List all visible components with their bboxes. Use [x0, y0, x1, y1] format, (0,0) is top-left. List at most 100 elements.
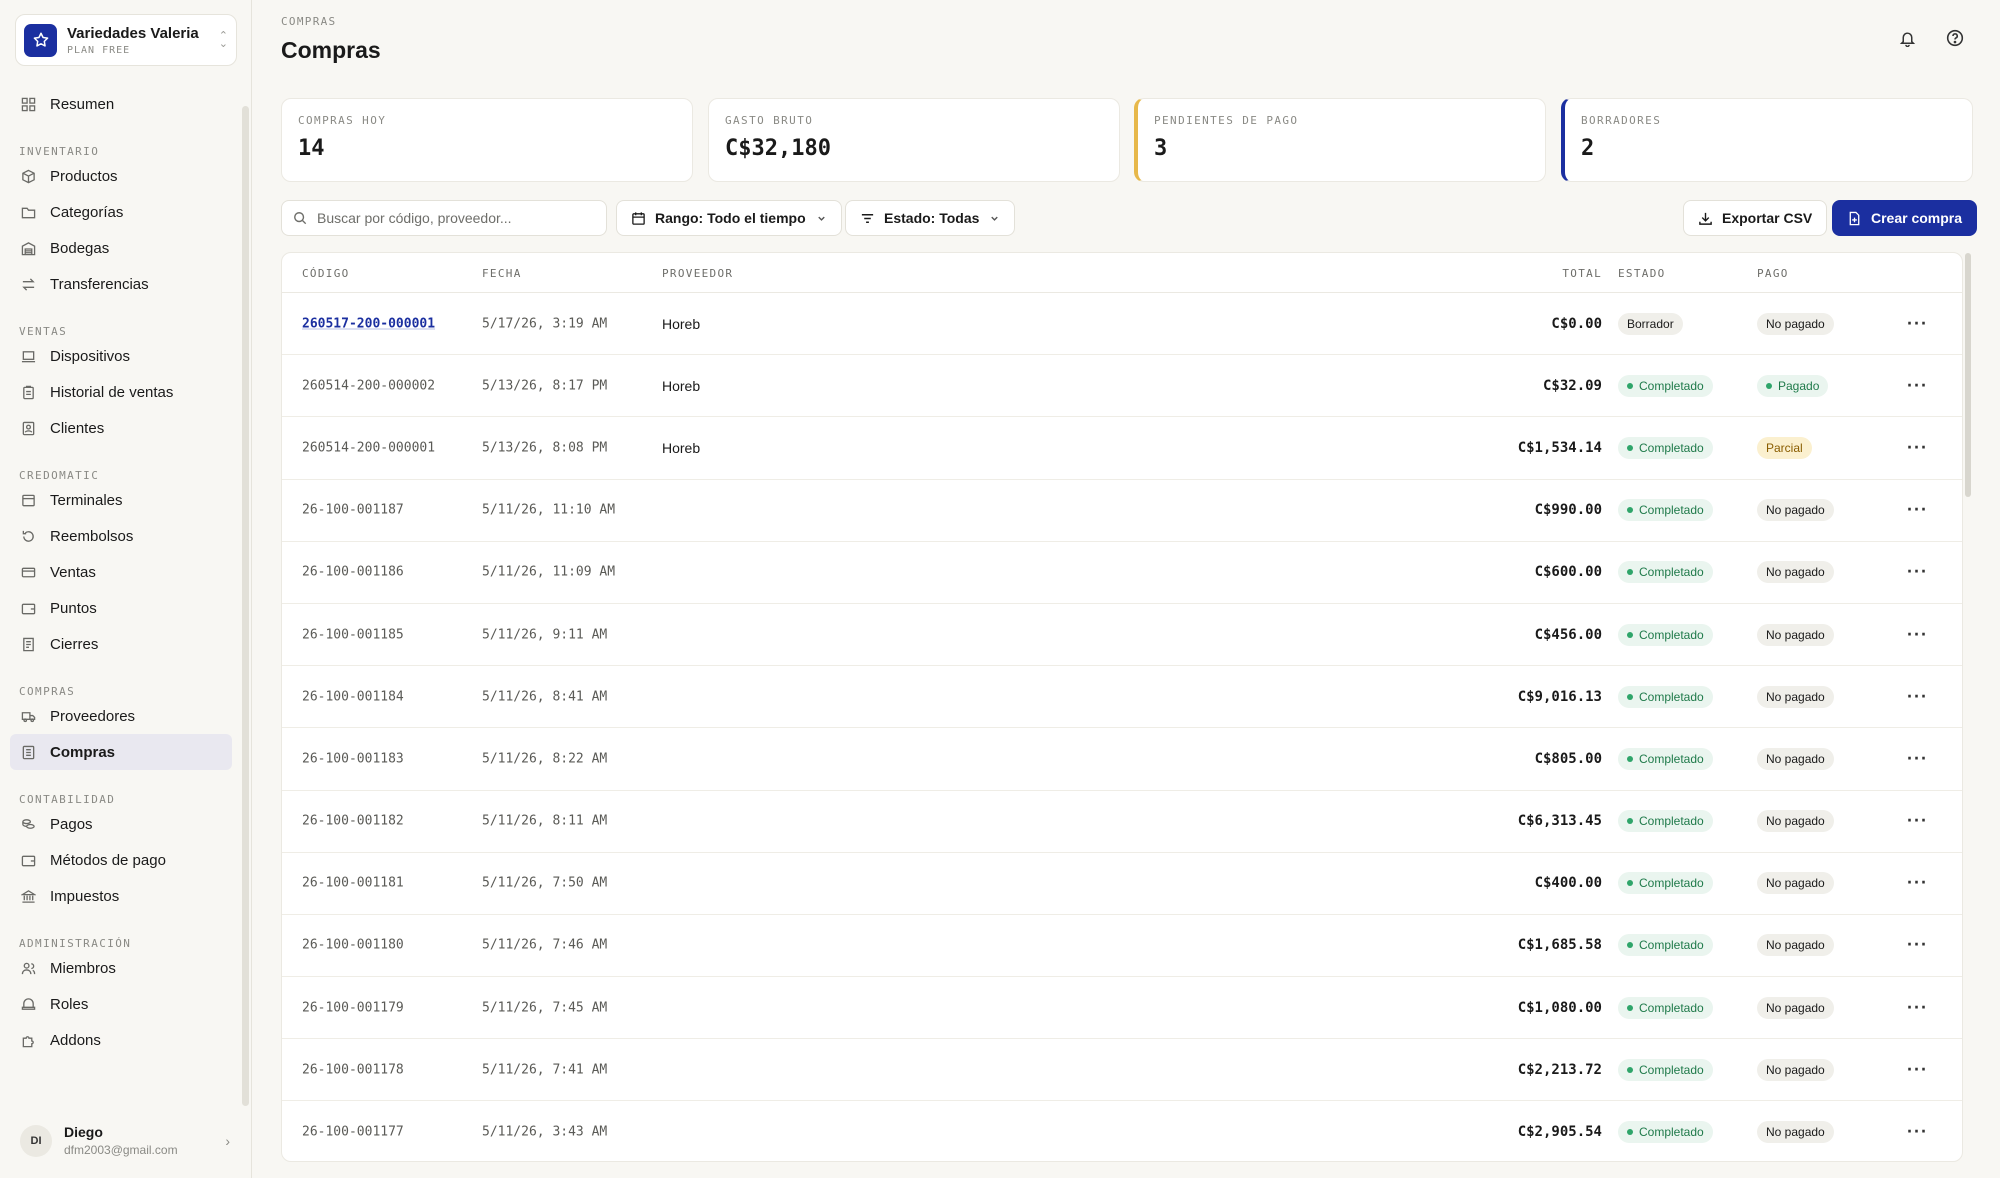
- sidebar-item-metodos-pago[interactable]: Métodos de pago: [10, 842, 232, 878]
- more-actions-icon[interactable]: ···: [1907, 748, 1928, 769]
- purchase-total: C$1,534.14: [1517, 439, 1602, 456]
- table-row[interactable]: 26-100-001186 5/11/26, 11:09 AM C$600.00 Co…: [282, 542, 1962, 604]
- column-header-codigo[interactable]: CÓDIGO: [302, 267, 350, 280]
- purchase-code[interactable]: 260517-200-000001: [302, 316, 435, 331]
- payment-badge-label: Parcial: [1766, 440, 1803, 455]
- sidebar-item-transferencias[interactable]: Transferencias: [10, 266, 232, 302]
- status-filter-label: Estado: Todas: [884, 210, 980, 226]
- table-row[interactable]: 26-100-001183 5/11/26, 8:22 AM C$805.00 Com…: [282, 728, 1962, 791]
- sidebar-item-historial-ventas[interactable]: Historial de ventas: [10, 374, 232, 410]
- sidebar-item-terminales[interactable]: Terminales: [10, 482, 232, 518]
- table-row[interactable]: 260514-200-000001 5/13/26, 8:08 PM Horeb C$…: [282, 417, 1962, 480]
- table-row[interactable]: 26-100-001179 5/11/26, 7:45 AM C$1,080.00 C…: [282, 977, 1962, 1040]
- column-header-pago[interactable]: PAGO: [1757, 267, 1789, 280]
- sidebar-item-reembolsos[interactable]: Reembolsos: [10, 518, 232, 554]
- table-row[interactable]: 26-100-001184 5/11/26, 8:41 AM C$9,016.13 C…: [282, 666, 1962, 729]
- more-actions-icon[interactable]: ···: [1907, 500, 1928, 521]
- table-row[interactable]: 26-100-001177 5/11/26, 3:43 AM C$2,905.54 C…: [282, 1101, 1962, 1161]
- purchase-total: C$990.00: [1534, 502, 1602, 519]
- more-actions-icon[interactable]: ···: [1907, 935, 1928, 956]
- table-row[interactable]: 26-100-001181 5/11/26, 7:50 AM C$400.00 Com…: [282, 853, 1962, 915]
- more-actions-icon[interactable]: ···: [1907, 811, 1928, 832]
- sidebar-item-roles[interactable]: Roles: [10, 986, 232, 1022]
- more-actions-icon[interactable]: ···: [1907, 313, 1928, 334]
- more-actions-icon[interactable]: ···: [1907, 562, 1928, 583]
- user-menu[interactable]: DI Diego dfm2003@gmail.com ›: [20, 1124, 230, 1157]
- status-badge: Completado: [1618, 499, 1713, 522]
- stat-card-borradores: BORRADORES 2: [1561, 98, 1973, 182]
- more-actions-icon[interactable]: ···: [1907, 624, 1928, 645]
- filter-icon: [860, 211, 875, 226]
- stat-value: C$32,180: [725, 136, 831, 161]
- purchase-code: 260514-200-000001: [302, 440, 436, 456]
- sidebar-item-impuestos[interactable]: Impuestos: [10, 878, 232, 914]
- status-badge: Completado: [1618, 872, 1713, 895]
- table-row[interactable]: 26-100-001187 5/11/26, 11:10 AM C$990.00 Co…: [282, 480, 1962, 542]
- sidebar-item-puntos[interactable]: Puntos: [10, 590, 232, 626]
- payment-badge-label: No pagado: [1766, 316, 1825, 331]
- laptop-icon: [20, 348, 36, 364]
- more-actions-icon[interactable]: ···: [1907, 873, 1928, 894]
- column-header-fecha[interactable]: FECHA: [482, 267, 522, 280]
- table-row[interactable]: 26-100-001182 5/11/26, 8:11 AM C$6,313.45 C…: [282, 791, 1962, 853]
- sidebar-item-label: Productos: [50, 167, 118, 185]
- purchase-provider: Horeb: [662, 315, 701, 332]
- table-row[interactable]: 26-100-001185 5/11/26, 9:11 AM C$456.00 Com…: [282, 604, 1962, 667]
- more-actions-icon[interactable]: ···: [1907, 1122, 1928, 1143]
- sidebar-nav: Resumen INVENTARIO Productos Categorías …: [10, 86, 232, 1058]
- column-header-estado[interactable]: ESTADO: [1618, 267, 1666, 280]
- box-icon: [20, 168, 36, 184]
- status-filter-button[interactable]: Estado: Todas: [845, 200, 1016, 236]
- purchase-code: 26-100-001184: [302, 689, 404, 705]
- sidebar-item-pagos[interactable]: Pagos: [10, 806, 232, 842]
- bell-icon[interactable]: [1896, 27, 1918, 49]
- help-icon[interactable]: [1944, 27, 1966, 49]
- sidebar-item-resumen[interactable]: Resumen: [10, 86, 232, 122]
- status-dot: [1766, 382, 1772, 389]
- export-csv-button[interactable]: Exportar CSV: [1683, 200, 1828, 236]
- more-actions-icon[interactable]: ···: [1907, 375, 1928, 396]
- sidebar-item-label: Categorías: [50, 203, 124, 221]
- purchase-total: C$6,313.45: [1517, 813, 1602, 830]
- status-badge-label: Borrador: [1627, 316, 1674, 331]
- sidebar-item-ventas[interactable]: Ventas: [10, 554, 232, 590]
- search-input[interactable]: [317, 210, 597, 226]
- table-row[interactable]: 26-100-001178 5/11/26, 7:41 AM C$2,213.72 C…: [282, 1039, 1962, 1102]
- sidebar-item-dispositivos[interactable]: Dispositivos: [10, 338, 232, 374]
- table-row[interactable]: 260517-200-000001 5/17/26, 3:19 AM Horeb C$…: [282, 293, 1962, 356]
- purchase-code: 26-100-001182: [302, 813, 404, 829]
- sidebar-item-bodegas[interactable]: Bodegas: [10, 230, 232, 266]
- status-badge-label: Completado: [1639, 1125, 1704, 1140]
- sidebar-item-compras[interactable]: Compras: [10, 734, 232, 770]
- more-actions-icon[interactable]: ···: [1907, 437, 1928, 458]
- sidebar-item-proveedores[interactable]: Proveedores: [10, 698, 232, 734]
- create-purchase-button[interactable]: Crear compra: [1832, 200, 1978, 236]
- stat-label: BORRADORES: [1581, 114, 1662, 127]
- stat-value: 14: [298, 136, 325, 161]
- sidebar-scrollbar[interactable]: [242, 106, 249, 1106]
- status-dot: [1627, 569, 1633, 576]
- sidebar-item-label: Miembros: [50, 959, 116, 977]
- sidebar-item-label: Puntos: [50, 599, 97, 617]
- sidebar-item-addons[interactable]: Addons: [10, 1022, 232, 1058]
- purchase-total: C$0.00: [1551, 315, 1602, 332]
- table-scrollbar[interactable]: [1965, 253, 1971, 497]
- column-header-proveedor[interactable]: PROVEEDOR: [662, 267, 733, 280]
- purchase-code: 26-100-001183: [302, 751, 404, 767]
- purchase-date: 5/11/26, 3:43 AM: [482, 1124, 608, 1140]
- more-actions-icon[interactable]: ···: [1907, 686, 1928, 707]
- org-switcher[interactable]: Variedades Valeria PLAN FREE ⌃ ⌄: [15, 14, 237, 66]
- table-row[interactable]: 260514-200-000002 5/13/26, 8:17 PM Horeb C$…: [282, 355, 1962, 418]
- more-actions-icon[interactable]: ···: [1907, 997, 1928, 1018]
- sidebar-item-miembros[interactable]: Miembros: [10, 950, 232, 986]
- sidebar-item-productos[interactable]: Productos: [10, 158, 232, 194]
- table-row[interactable]: 26-100-001180 5/11/26, 7:46 AM C$1,685.58 C…: [282, 915, 1962, 978]
- column-header-total[interactable]: TOTAL: [1562, 267, 1602, 280]
- sidebar-item-clientes[interactable]: Clientes: [10, 410, 232, 446]
- sidebar-item-cierres[interactable]: Cierres: [10, 626, 232, 662]
- sidebar-item-categorias[interactable]: Categorías: [10, 194, 232, 230]
- search-box[interactable]: [281, 200, 607, 236]
- more-actions-icon[interactable]: ···: [1907, 1059, 1928, 1080]
- range-filter-button[interactable]: Rango: Todo el tiempo: [616, 200, 842, 236]
- payment-badge-label: No pagado: [1766, 751, 1825, 766]
